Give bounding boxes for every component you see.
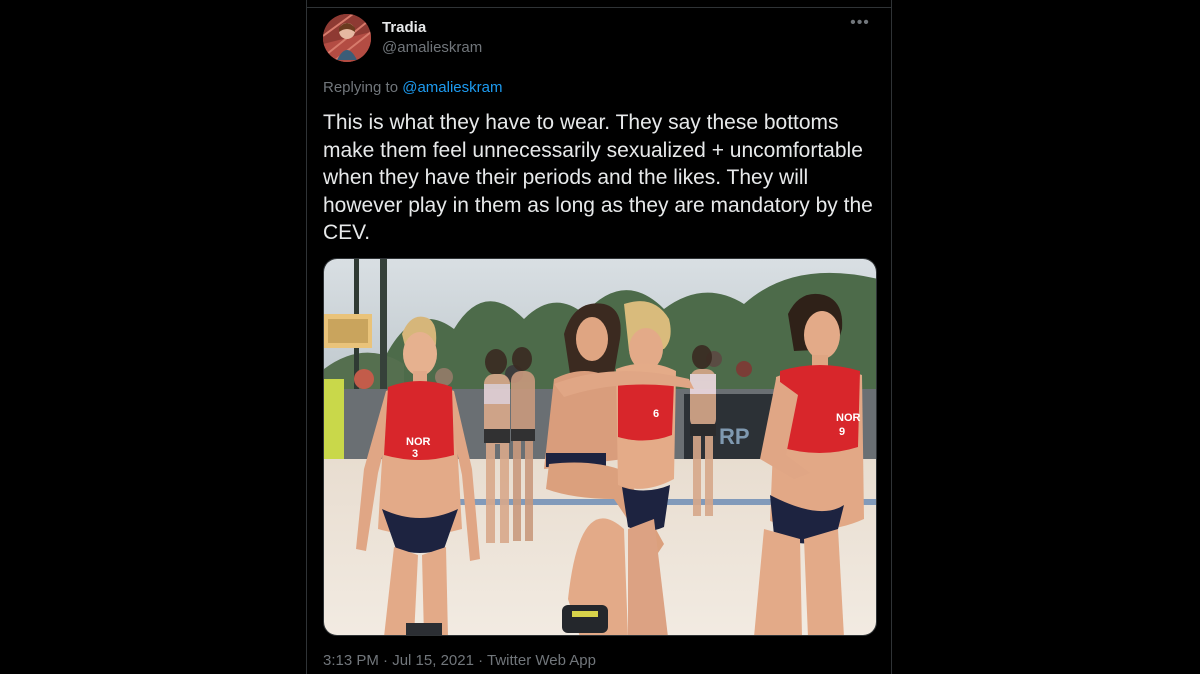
- handle[interactable]: @amalieskram: [382, 39, 482, 56]
- tweet-header: Tradia @amalieskram •••: [323, 14, 875, 64]
- timestamp-separator: ·: [378, 652, 393, 669]
- svg-text:9: 9: [839, 426, 845, 438]
- more-options-button[interactable]: •••: [847, 14, 873, 36]
- replying-to-prefix: Replying to: [323, 79, 403, 96]
- svg-text:NOR: NOR: [836, 412, 861, 424]
- avatar[interactable]: [323, 14, 371, 62]
- replying-to-mention[interactable]: @amalieskram: [402, 79, 502, 96]
- tweet-photo[interactable]: RP NOR 3 6 NOR 9: [323, 258, 877, 636]
- tweet-detail-panel: Tradia @amalieskram ••• Replying to @ama…: [306, 0, 892, 674]
- more-horizontal-icon: •••: [850, 14, 870, 31]
- svg-text:RP: RP: [719, 424, 750, 449]
- top-divider: [307, 7, 891, 8]
- tweet-timestamp: 3:13 PM · Jul 15, 2021 · Twitter Web App: [323, 652, 596, 669]
- svg-text:NOR: NOR: [406, 436, 431, 448]
- tweet-date[interactable]: Jul 15, 2021: [392, 652, 474, 669]
- avatar-image: [323, 14, 371, 62]
- tweet-time[interactable]: 3:13 PM: [323, 652, 379, 669]
- beach-handball-photo: RP NOR 3 6 NOR 9: [324, 259, 876, 635]
- timestamp-separator-2: ·: [473, 652, 488, 669]
- svg-text:3: 3: [412, 448, 418, 460]
- replying-to: Replying to @amalieskram: [323, 79, 502, 96]
- display-name[interactable]: Tradia: [382, 19, 426, 36]
- svg-text:6: 6: [653, 408, 659, 420]
- tweet-text: This is what they have to wear. They say…: [323, 111, 873, 244]
- tweet-source[interactable]: Twitter Web App: [487, 652, 596, 669]
